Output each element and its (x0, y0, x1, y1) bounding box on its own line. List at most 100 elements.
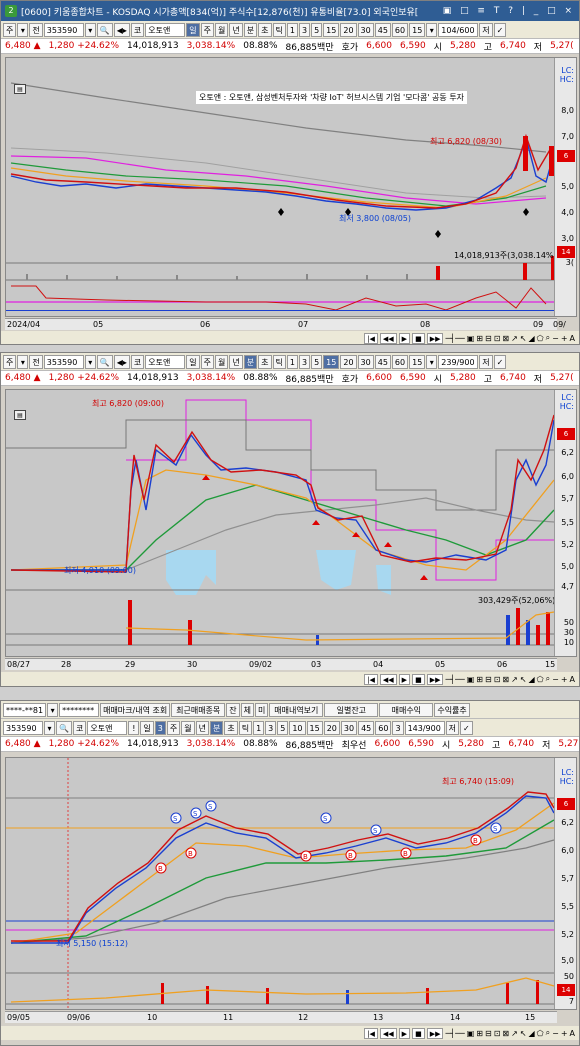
period-year-button[interactable]: 년 (229, 354, 243, 369)
prev-button[interactable]: 전 (29, 22, 43, 37)
minute-45-button[interactable]: 45 (358, 720, 375, 735)
data-count-field[interactable]: 104/600 (438, 22, 479, 37)
frame-icon[interactable]: ⊡ (494, 1029, 501, 1038)
text-tool-button[interactable]: A (570, 675, 575, 684)
first-button[interactable]: |◀ (364, 673, 378, 685)
trendline-icon[interactable]: ↗ (511, 675, 518, 684)
trade-mark-button[interactable]: 매매마크/내역 조회 (100, 702, 171, 717)
minute-20-button[interactable]: 20 (323, 720, 340, 735)
balance-button[interactable]: 잔 (226, 702, 240, 717)
zoom-in-button[interactable]: + (561, 675, 568, 684)
period-minute-button[interactable]: 분 (209, 720, 224, 735)
minute-30-button[interactable]: 30 (357, 22, 374, 37)
rewind-button[interactable]: ◀◀ (379, 1027, 397, 1039)
minute-5-button[interactable]: 5 (311, 354, 323, 369)
chevron-down-icon[interactable]: ▾ (17, 22, 29, 37)
price-chart-area[interactable]: S B S B S S B B B S B S 최고 6,740 (15:09)… (5, 757, 577, 1010)
scroll-slider[interactable]: ─┤── (445, 675, 464, 684)
window-titlebar[interactable]: 2 [0600] 키움종합차트 - KOSDAQ 시가총액[834(억)] 주식… (1, 1, 579, 21)
minute-60-button[interactable]: 60 (375, 720, 392, 735)
period-month-button[interactable]: 월 (215, 22, 229, 37)
check-icon[interactable]: ✓ (493, 22, 507, 37)
rewind-button[interactable]: ◀◀ (379, 332, 397, 344)
minute-select[interactable]: 15 (409, 22, 426, 37)
play-button[interactable]: ▶ (398, 673, 411, 685)
stock-code-input[interactable]: 353590 (43, 22, 84, 37)
stop-button[interactable]: ■ (412, 1027, 425, 1039)
chevron-down-icon[interactable]: ▾ (426, 22, 438, 37)
period-select[interactable]: 주 (3, 22, 17, 37)
shape-icon[interactable]: ⬠ (537, 1029, 544, 1038)
price-chart-area[interactable]: ▤ 최고 6,820 (09:00) 최저 4,910 (09:00) 303,… (5, 389, 577, 657)
line-icon[interactable]: ↖ (520, 1029, 527, 1038)
save-button[interactable]: 저 (479, 354, 493, 369)
sound-icon[interactable]: ◀▸ (113, 22, 130, 37)
trade-history-button[interactable]: 매매내역보기 (269, 702, 324, 717)
rewind-button[interactable]: ◀◀ (379, 673, 397, 685)
period-day-button[interactable]: 일 (186, 22, 200, 37)
zoom-icon[interactable]: ⌕ (546, 333, 550, 343)
minute-select[interactable]: 15 (409, 354, 426, 369)
text-tool-button[interactable]: A (570, 334, 575, 343)
triangle-icon[interactable]: ◢ (529, 675, 535, 684)
scroll-slider[interactable]: ─┤── (445, 334, 464, 343)
minute-20-button[interactable]: 20 (340, 354, 357, 369)
box-icon[interactable]: ⊠ (502, 1029, 509, 1038)
unfilled-button[interactable]: 미 (254, 702, 269, 717)
price-chart-area[interactable]: ▤ 오토앤 : 오토앤, 삼성벤처투자와 '차량 IoT' 허브시스템 기업 '… (5, 57, 577, 317)
period-second-button[interactable]: 초 (258, 22, 272, 37)
return-button[interactable]: 수익률추 (434, 702, 470, 717)
period-tick-button[interactable]: 틱 (272, 22, 286, 37)
check-icon[interactable]: ✓ (493, 354, 507, 369)
stock-name-field[interactable]: 오토앤 (145, 354, 186, 369)
period-select[interactable]: 주 (3, 354, 17, 369)
shape-icon[interactable]: ⬠ (537, 675, 544, 684)
minute-15-button[interactable]: 15 (323, 354, 340, 369)
period-minute-button[interactable]: 분 (243, 22, 258, 37)
chart-settings-icon[interactable]: ▤ (14, 410, 26, 420)
chevron-down-icon[interactable]: ▾ (44, 720, 55, 735)
minute-3-button[interactable]: 3 (298, 354, 311, 369)
triangle-icon[interactable]: ◢ (529, 1029, 535, 1038)
password-field[interactable]: ******** (59, 702, 100, 717)
minute-3-button[interactable]: 3 (265, 720, 277, 735)
trendline-icon[interactable]: ↗ (511, 334, 518, 343)
triangle-icon[interactable]: ◢ (529, 334, 535, 343)
filled-button[interactable]: 체 (240, 702, 254, 717)
save-button[interactable]: 저 (479, 22, 493, 37)
chevron-down-icon[interactable]: ▾ (47, 702, 59, 717)
minute-30-button[interactable]: 30 (340, 720, 358, 735)
minute-45-button[interactable]: 45 (374, 22, 391, 37)
news-banner[interactable]: 오토앤 : 오토앤, 삼성벤처투자와 '차량 IoT' 허브시스템 기업 '모다… (196, 91, 468, 104)
search-button[interactable]: 🔍 (96, 22, 113, 37)
frame-icon[interactable]: ⊡ (494, 334, 501, 343)
minute-30-button[interactable]: 30 (357, 354, 374, 369)
minute-60-button[interactable]: 60 (391, 22, 409, 37)
alert-button[interactable]: ! (128, 720, 140, 735)
layout-icon[interactable]: ▣ (467, 675, 475, 684)
zoom-in-button[interactable]: + (561, 334, 568, 343)
stock-code-input[interactable]: 353590 (43, 354, 84, 369)
text-tool-button[interactable]: A (570, 1029, 575, 1038)
search-icon[interactable]: ▾ (84, 22, 96, 37)
search-button[interactable]: 🔍 (96, 354, 113, 369)
chevron-down-icon[interactable]: ▾ (426, 354, 438, 369)
minute-5-button[interactable]: 5 (311, 22, 323, 37)
search-button[interactable]: 🔍 (56, 720, 72, 735)
first-button[interactable]: |◀ (364, 332, 378, 344)
window-controls[interactable]: ▣ □ ≡ T ? | _ □ × (443, 6, 575, 16)
minute-15-button[interactable]: 15 (323, 22, 340, 37)
period-second-button[interactable]: 초 (258, 354, 272, 369)
chart-settings-icon[interactable]: ▤ (14, 84, 26, 94)
stock-name-field[interactable]: 오토앤 (87, 720, 128, 735)
line-icon[interactable]: ↖ (520, 334, 527, 343)
stop-button[interactable]: ■ (412, 332, 425, 344)
grid-icon[interactable]: ⊞ (476, 1029, 483, 1038)
chevron-down-icon[interactable]: ▾ (17, 354, 29, 369)
zoom-in-button[interactable]: + (561, 1029, 568, 1038)
trendline-icon[interactable]: ↗ (511, 1029, 518, 1038)
period-day-button[interactable]: 일 (186, 354, 200, 369)
forward-button[interactable]: ▶▶ (426, 332, 444, 344)
period-minute-button[interactable]: 분 (243, 354, 258, 369)
minute-1-button[interactable]: 1 (286, 354, 298, 369)
